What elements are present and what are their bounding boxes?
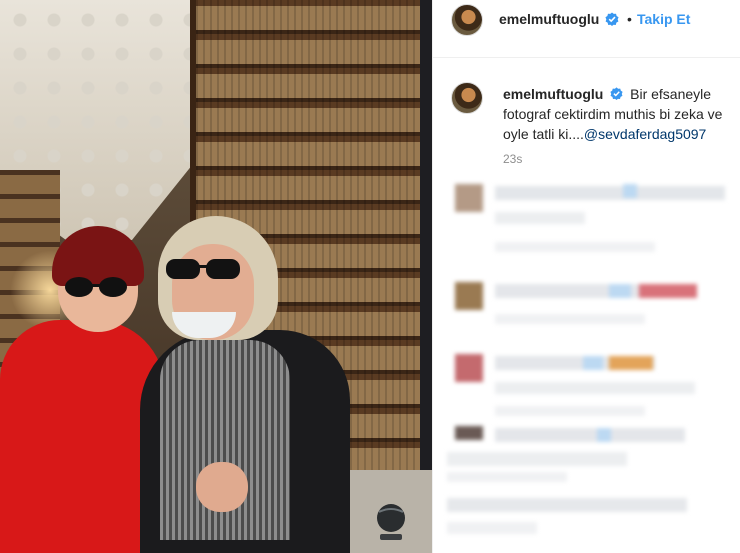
comment-avatar	[455, 282, 483, 310]
caption-username[interactable]: emelmuftuoglu	[503, 86, 603, 102]
caption-avatar[interactable]	[451, 82, 483, 114]
follow-button[interactable]: Takip Et	[637, 11, 690, 27]
header-separator: •	[627, 11, 632, 27]
comment-meta	[495, 314, 645, 324]
comment-meta	[495, 406, 645, 416]
verified-badge-icon	[605, 12, 619, 26]
comment-line	[495, 428, 685, 442]
post-caption: emelmuftuoglu Bir efsaneyle fotograf cek…	[503, 84, 735, 144]
author-avatar[interactable]	[451, 4, 483, 36]
post-time-ago: 23s	[503, 152, 523, 166]
comment-line	[495, 212, 585, 224]
verified-badge-icon	[610, 87, 623, 100]
post-side-panel: emelmuftuoglu • Takip Et emelmuftuoglu B…	[432, 0, 740, 553]
post-photo[interactable]	[0, 0, 432, 553]
comment-meta	[495, 242, 655, 252]
comment-line	[447, 452, 627, 466]
globe-icon	[377, 504, 405, 540]
comment-avatar	[455, 354, 483, 382]
caption-mention[interactable]: @sevdaferdag5097	[584, 126, 706, 142]
comment-line	[495, 382, 695, 394]
comment-meta	[447, 522, 537, 534]
comment-pixel	[639, 284, 697, 298]
comment-pixel	[583, 356, 603, 370]
author-username[interactable]: emelmuftuoglu	[499, 11, 599, 27]
comment-line	[447, 498, 687, 512]
comment-avatar	[455, 184, 483, 212]
post-header: emelmuftuoglu • Takip Et	[433, 0, 740, 58]
comment-pixel	[609, 356, 653, 370]
person-right-hand	[196, 462, 248, 512]
person-right-sunglasses	[166, 259, 240, 279]
comment-pixel	[597, 428, 611, 442]
comment-pixel	[609, 284, 631, 298]
comment-avatar	[455, 426, 483, 440]
comment-pixel	[623, 184, 637, 198]
person-left-sunglasses	[65, 277, 127, 297]
censored-comments-area	[433, 176, 740, 553]
comment-meta	[447, 472, 567, 482]
comment-line	[495, 186, 725, 200]
